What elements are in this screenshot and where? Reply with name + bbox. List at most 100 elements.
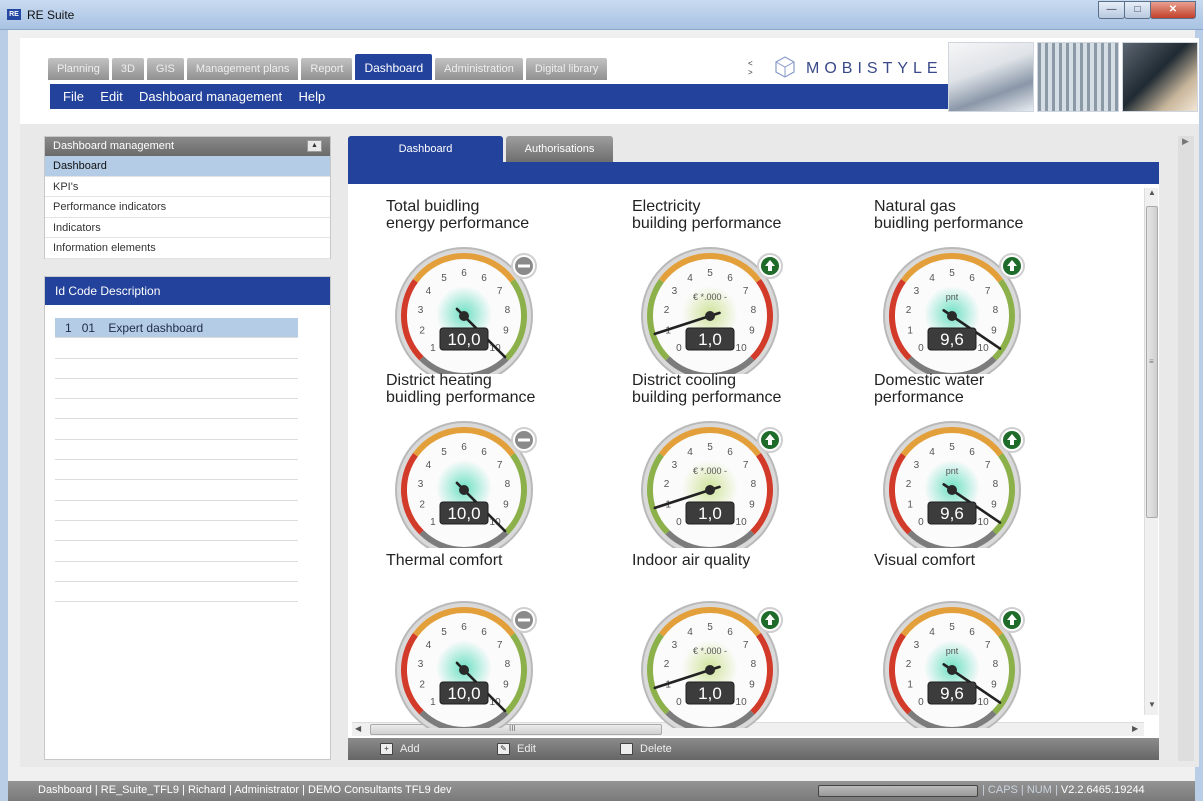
gauge-tick-label: 9	[749, 500, 755, 511]
nav-item-indicators[interactable]: Indicators	[45, 218, 330, 238]
gauge-tick-label: 5	[707, 622, 713, 633]
scroll-left-icon[interactable]: ◀	[355, 724, 361, 733]
gauge-tick-label: 8	[505, 305, 511, 316]
tab-gis[interactable]: GIS	[146, 58, 184, 80]
gauge-tick-label: 5	[441, 447, 447, 458]
table-row[interactable]: 1 01 Expert dashboard	[55, 318, 298, 339]
gauge-tick-label: 2	[419, 680, 425, 691]
edit-button[interactable]: ✎ Edit	[497, 740, 536, 758]
gauge-tick-label: 8	[505, 659, 511, 670]
tab-scroll-arrows[interactable]: < >	[748, 59, 753, 77]
outer-scrollbar[interactable]: ▶	[1178, 136, 1194, 761]
gauge-hub	[459, 665, 469, 675]
nav-item-kpis[interactable]: KPI's	[45, 177, 330, 197]
nav-item-dashboard[interactable]: Dashboard	[45, 156, 330, 177]
gauge-tick-label: 7	[985, 640, 991, 651]
gauge-tick-label: 4	[426, 640, 432, 651]
gauge-dial: 01234 5 678910€ *.000 -1,0	[641, 421, 783, 548]
delete-button[interactable]: Delete	[620, 740, 672, 758]
gauge-card[interactable]: Indoor air quality 0 1 2 3 4 5 6 7 8 9 10 € *.000 -1…	[632, 552, 872, 730]
vertical-scrollbar[interactable]: ▲ ≡ ▼	[1144, 188, 1158, 715]
tab-digital-library[interactable]: Digital library	[525, 58, 608, 80]
caps-num-indicator: | CAPS | NUM |	[982, 784, 1058, 796]
gauge-tick-label: 7	[743, 286, 749, 297]
status-indicators: | CAPS | NUM | V2.2.6465.19244	[982, 784, 1145, 796]
gauge-tick-label: 1	[907, 326, 913, 337]
gauge-hub	[459, 311, 469, 321]
tab-dashboard-view[interactable]: Dashboard	[348, 136, 503, 162]
gauge-tick-label: 8	[751, 479, 757, 490]
scroll-up-icon[interactable]: ▲	[1148, 188, 1156, 197]
gauge-value: 10,0	[447, 504, 480, 523]
gauge-tick-label: 6	[727, 447, 733, 458]
gauge-tick-label: 2	[664, 479, 670, 490]
gauge-card[interactable]: Domestic water performance 0 1 2 3 4 5 6 7 8 9 10 pn…	[874, 372, 1114, 550]
gauge-title: Natural gas buidling performance	[874, 198, 1024, 232]
tab-administration[interactable]: Administration	[435, 58, 523, 80]
gauge-dial: 01234 5 678910€ *.000 -1,0	[641, 601, 783, 728]
gauge-tick-label: 5	[441, 273, 447, 284]
add-icon: +	[380, 743, 393, 755]
gauge-tick-label: 3	[914, 640, 920, 651]
header-photo-building	[1037, 42, 1119, 112]
empty-row	[55, 359, 298, 379]
gauge-tick-label: 7	[985, 286, 991, 297]
gauge-tick-label: 5	[949, 268, 955, 279]
tab-3d[interactable]: 3D	[111, 58, 144, 80]
scroll-down-icon[interactable]: ▼	[1148, 700, 1156, 709]
gauge-tick-label: 2	[664, 305, 670, 316]
menu-edit[interactable]: Edit	[100, 84, 122, 109]
menu-dashboard-management[interactable]: Dashboard management	[139, 84, 282, 109]
gauge-card[interactable]: Natural gas buidling performance 0 1 2 3 4 5 6 7…	[874, 198, 1114, 376]
gauge-card[interactable]: District heating buidling performance 1 2 3…	[386, 372, 626, 550]
empty-row	[55, 460, 298, 481]
gauge-dial: 01 234 5 678 910 pnt 9,6	[883, 601, 1025, 728]
close-button[interactable]: ✕	[1150, 1, 1196, 19]
gauge-tick-label: 6	[969, 273, 975, 284]
tab-report[interactable]: Report	[301, 58, 353, 80]
gauge-tick-label: 1	[430, 697, 436, 708]
tab-dashboard[interactable]: Dashboard	[355, 54, 433, 80]
gauge-tick-label: 6	[969, 447, 975, 458]
menu-file[interactable]: File	[63, 84, 84, 109]
gauge-hub	[947, 485, 957, 495]
gauge-title: Electricity building performance	[632, 198, 782, 232]
gauge-tick-label: 1	[907, 500, 913, 511]
gauge-card[interactable]: Visual comfort 0 1 2 3 4 5 6 7 8 9 10 pnt 9,6	[874, 552, 1114, 730]
gauge-tick-label: 4	[687, 273, 693, 284]
tab-scroll-right-icon[interactable]: >	[748, 68, 753, 77]
gauge-hub	[459, 485, 469, 495]
gauge-tick-label: 3	[672, 460, 678, 471]
tab-authorisations[interactable]: Authorisations	[506, 136, 613, 162]
menu-help[interactable]: Help	[298, 84, 325, 109]
gauge-tick-label: 3	[418, 479, 424, 490]
scroll-right-icon[interactable]: ▶	[1132, 724, 1138, 733]
add-label: Add	[400, 743, 420, 755]
nav-item-performance-indicators[interactable]: Performance indicators	[45, 197, 330, 218]
gauge-hub	[705, 485, 715, 495]
tab-management-plans[interactable]: Management plans	[186, 58, 299, 80]
gauge-title: Total buidling energy performance	[386, 198, 530, 232]
minimize-button[interactable]: —	[1098, 1, 1125, 19]
maximize-button[interactable]: □	[1124, 1, 1151, 19]
gauge-tick-label: 7	[497, 286, 503, 297]
tab-planning[interactable]: Planning	[48, 58, 109, 80]
gauge-card[interactable]: Electricity building performance 0 1 2 3 4 5 6 7…	[632, 198, 872, 376]
vertical-scroll-thumb[interactable]: ≡	[1146, 206, 1158, 518]
nav-item-information-elements[interactable]: Information elements	[45, 238, 330, 259]
gauge-title: Domestic water performance	[874, 372, 985, 406]
gauge-tick-label: 0	[676, 697, 682, 708]
scroll-right-icon[interactable]: ▶	[1182, 136, 1189, 147]
gauge-tick-label: 3	[418, 305, 424, 316]
header-photo-people	[948, 42, 1034, 112]
gauge-card[interactable]: District cooling building performance 0 1 2…	[632, 372, 872, 550]
collapse-icon[interactable]: ▲	[307, 140, 322, 152]
add-button[interactable]: + Add	[380, 740, 420, 758]
gauge-hub	[705, 665, 715, 675]
gauge-dial: 12345667891010,0	[395, 247, 537, 374]
gauge-card[interactable]: Thermal comfort12345667891010,0	[386, 552, 626, 730]
title-bar: RE RE Suite — □ ✕	[0, 0, 1203, 30]
tab-scroll-left-icon[interactable]: <	[748, 59, 753, 68]
gauge-card[interactable]: Total buidling energy performance 1 2 3 4 5 6 6…	[386, 198, 626, 376]
gauge-unit-label: € *.000 -	[693, 292, 727, 302]
